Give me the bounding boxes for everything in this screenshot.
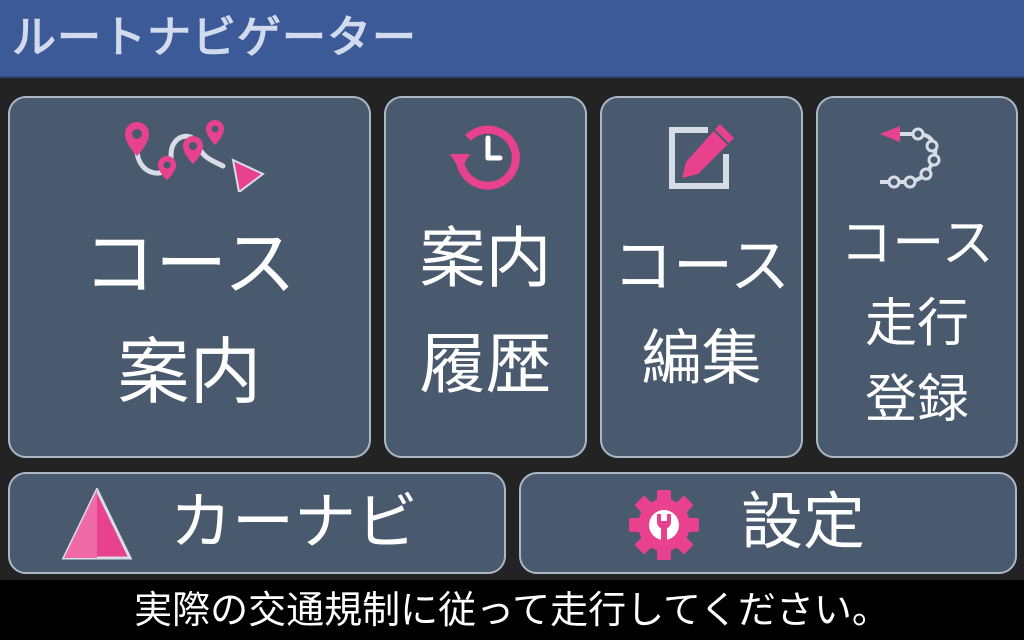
track-record-icon [872,116,962,200]
navigation-arrow-icon [61,486,133,564]
status-bar: 実際の交通規制に従って走行してください。 [0,580,1024,640]
course-record-button[interactable]: コース 走行 登録 [816,96,1018,458]
course-guide-label-2: 案内 [117,330,262,414]
safety-message: 実際の交通規制に従って走行してください。 [134,588,890,632]
car-navi-label: カーナビ [170,485,419,558]
course-guide-label-1: コース [83,222,296,306]
settings-button[interactable]: 設定 [519,472,1017,574]
guide-history-button[interactable]: 案内 履歴 [384,96,587,458]
course-record-label-3: 登録 [864,370,969,430]
course-edit-label-2: 編集 [641,324,762,394]
course-record-label-1: コース [840,214,994,274]
edit-pencil-icon [662,116,742,200]
guide-history-label-1: 案内 [419,220,552,297]
course-edit-button[interactable]: コース 編集 [600,96,803,458]
gear-wrench-icon [627,488,701,566]
route-map-icon [115,112,265,196]
app-title: ルートナビゲーター [12,12,417,63]
course-guide-button[interactable]: コース 案内 [8,96,371,458]
car-navi-button[interactable]: カーナビ [8,472,506,574]
course-record-label-2: 走行 [864,294,969,354]
course-edit-label-1: コース [613,232,790,302]
guide-history-label-2: 履歴 [419,326,552,403]
title-bar: ルートナビゲーター [0,0,1024,78]
settings-label: 設定 [741,485,866,558]
history-clock-icon [446,116,526,200]
